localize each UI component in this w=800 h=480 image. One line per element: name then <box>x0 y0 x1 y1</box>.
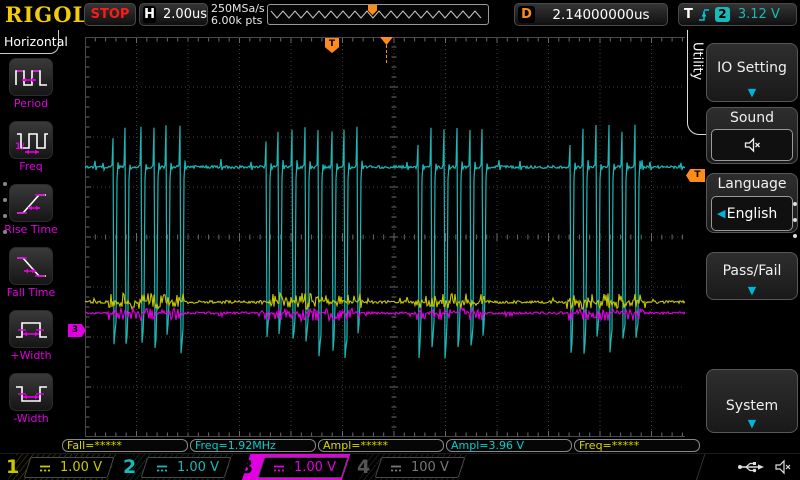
menu-item-label: Rise Time <box>0 223 62 236</box>
top-status-bar: RIGOL STOP H 2.00us 250MSa/s 6.00k pts D… <box>0 0 800 30</box>
menu-item-period[interactable]: Period <box>0 58 62 114</box>
trigger-label: T <box>684 7 693 22</box>
waveform-preview[interactable] <box>267 4 489 25</box>
plus-width-icon <box>9 310 53 348</box>
language-value-box: ◀ English <box>711 196 793 231</box>
menu-item-rise-time[interactable]: Rise Time <box>0 184 62 240</box>
oscilloscope-screen: RIGOL STOP H 2.00us 250MSa/s 6.00k pts D… <box>0 0 800 480</box>
chevron-down-icon: ▼ <box>707 419 797 429</box>
menu-item-label: Freq <box>0 160 62 173</box>
center-marker-line <box>386 45 387 63</box>
system-button[interactable]: System ▼ <box>706 369 798 433</box>
waveform-display[interactable]: T <box>85 37 703 437</box>
delay-block[interactable]: D 2.14000000us <box>514 3 668 26</box>
trigger-level-value: 3.12 V <box>738 7 780 22</box>
channel-scale: 100 V <box>411 460 449 475</box>
horizontal-scale-block[interactable]: H 2.00us <box>139 3 208 26</box>
run-state-button[interactable]: STOP <box>84 3 136 26</box>
chevron-left-icon: ◀ <box>717 207 725 220</box>
language-value: English <box>727 206 778 222</box>
menu-item-freq[interactable]: 1/ Freq <box>0 121 62 177</box>
measurement-freq-ch2[interactable]: Freq=1.92MHz <box>190 439 316 452</box>
delay-value: 2.14000000us <box>535 7 667 23</box>
left-menu-title: Horizontal <box>0 30 59 54</box>
sound-button[interactable]: Sound <box>706 107 798 164</box>
rigol-logo: RIGOL <box>5 2 88 27</box>
pass-fail-button[interactable]: Pass/Fail ▼ <box>706 252 798 300</box>
measurement-freq-2[interactable]: Freq=***** <box>574 439 700 452</box>
h-badge: H <box>143 6 156 23</box>
measurement-bar: Fall=***** Freq=1.92MHz Ampl=***** Ampl=… <box>62 439 700 452</box>
channel-4-cell[interactable]: 4 100 V <box>351 454 463 480</box>
trigger-block[interactable]: T 2 3.12 V <box>678 3 797 26</box>
horizontal-scale-value: 2.00us <box>163 7 207 22</box>
acquisition-info: 250MSa/s 6.00k pts <box>211 3 265 27</box>
channel-status-bar: 1 1.00 V 2 1.00 V 3 <box>0 453 800 480</box>
trigger-source-badge: 2 <box>715 7 730 22</box>
channel3-offset-marker[interactable]: 3 <box>68 324 86 337</box>
minus-width-icon <box>9 373 53 411</box>
channel-number: 2 <box>123 456 136 478</box>
chevron-down-icon: ▼ <box>707 286 797 296</box>
sound-value-box <box>711 129 793 161</box>
channel-2-cell[interactable]: 2 1.00 V <box>117 454 229 480</box>
language-button[interactable]: Language ◀ English <box>706 173 798 233</box>
preview-wave <box>268 5 488 24</box>
rise-time-icon <box>9 184 53 222</box>
period-icon <box>9 58 53 96</box>
usb-icon <box>737 460 765 474</box>
menu-item-label: Fall Time <box>0 286 62 299</box>
status-divider <box>696 454 706 480</box>
dc-coupling-icon <box>272 463 286 473</box>
channel-scale: 1.00 V <box>177 460 219 475</box>
memory-depth: 6.00k pts <box>211 15 265 27</box>
channel-scale: 1.00 V <box>294 460 336 475</box>
menu-item-fall-time[interactable]: Fall Time <box>0 247 62 303</box>
horizontal-measure-menu: Horizontal Period 1/ <box>0 30 62 453</box>
waveform-traces <box>85 37 703 437</box>
speaker-muted-icon <box>741 137 763 153</box>
menu-tab-label: Utility <box>690 42 705 80</box>
utility-menu: Utility IO Setting ▼ Sound Language ◀ En… <box>685 30 800 453</box>
measurement-fall[interactable]: Fall=***** <box>62 439 188 452</box>
menu-item-label: Period <box>0 97 62 110</box>
dc-coupling-icon <box>38 463 52 473</box>
left-page-dots <box>3 182 7 246</box>
right-page-dots <box>793 202 797 250</box>
chevron-down-icon: ▼ <box>707 88 797 98</box>
menu-item-plus-width[interactable]: +Width <box>0 310 62 366</box>
menu-item-minus-width[interactable]: -Width <box>0 373 62 429</box>
speaker-muted-icon <box>773 459 792 475</box>
channel-3-cell[interactable]: 3 1.00 V <box>234 454 346 480</box>
freq-icon: 1/ <box>9 121 53 159</box>
measurement-ampl-1[interactable]: Ampl=***** <box>318 439 444 452</box>
measurement-ampl-2[interactable]: Ampl=3.96 V <box>446 439 572 452</box>
menu-tab: Utility <box>687 30 706 135</box>
d-badge: D <box>518 6 535 23</box>
channel-scale: 1.00 V <box>60 460 102 475</box>
channel-number: 4 <box>357 456 370 478</box>
rising-edge-icon <box>697 7 711 23</box>
io-setting-button[interactable]: IO Setting ▼ <box>706 43 798 102</box>
dc-coupling-icon <box>155 463 169 473</box>
svg-text:1/: 1/ <box>15 142 25 152</box>
fall-time-icon <box>9 247 53 285</box>
channel-number: 3 <box>240 456 253 478</box>
menu-item-label: +Width <box>0 349 62 362</box>
dc-coupling-icon <box>389 463 403 473</box>
menu-item-label: -Width <box>0 412 62 425</box>
channel-number: 1 <box>6 456 19 478</box>
channel-1-cell[interactable]: 1 1.00 V <box>0 454 112 480</box>
